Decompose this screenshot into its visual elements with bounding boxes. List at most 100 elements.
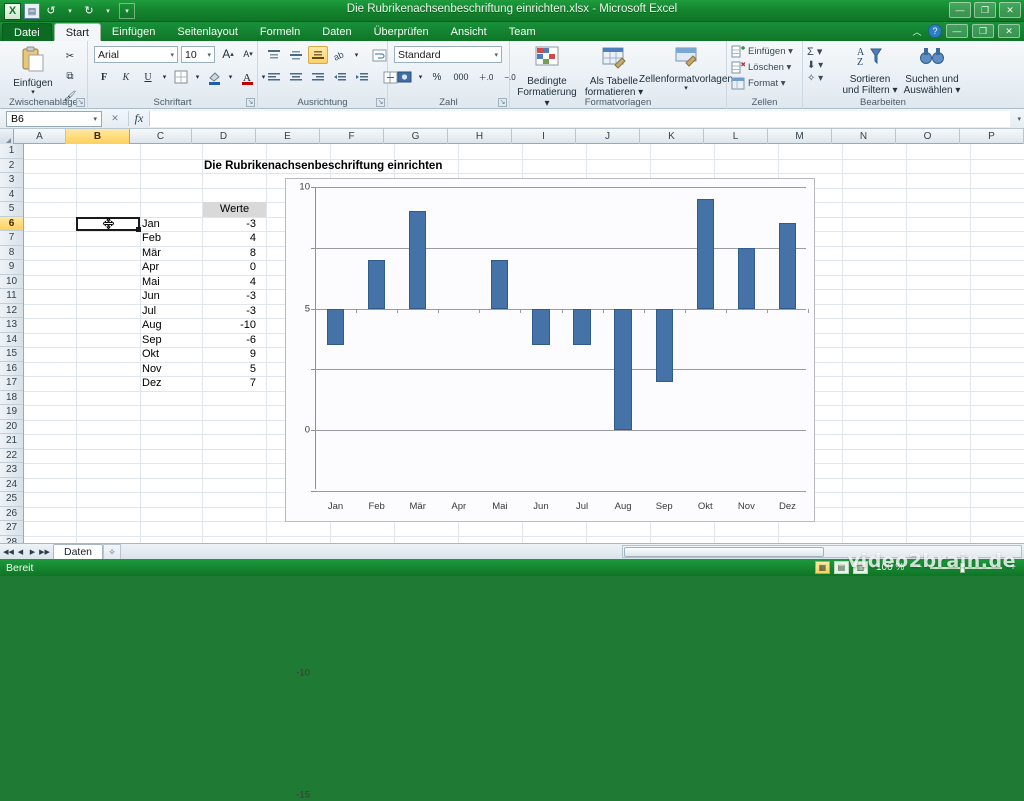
chart-bar-Sep[interactable] bbox=[656, 309, 673, 382]
last-sheet-icon[interactable]: ▶▶ bbox=[39, 548, 50, 556]
row-header-15[interactable]: 15 bbox=[0, 347, 23, 362]
font-size-caret-icon[interactable]: ▾ bbox=[207, 51, 211, 59]
chart-bar-Nov[interactable] bbox=[738, 248, 755, 309]
row-header-11[interactable]: 11 bbox=[0, 289, 23, 304]
chart-bar-Aug[interactable] bbox=[614, 309, 631, 431]
cell-C6[interactable]: Jan bbox=[142, 217, 160, 232]
underline-caret-icon[interactable]: ▾ bbox=[160, 68, 169, 86]
row-header-27[interactable]: 27 bbox=[0, 521, 23, 536]
chart-bar-Mär[interactable] bbox=[409, 211, 426, 308]
close-workbook-button[interactable]: ✕ bbox=[998, 24, 1020, 38]
row-header-1[interactable]: 1 bbox=[0, 144, 23, 159]
increase-decimal-button[interactable]: ＋.0 bbox=[475, 68, 497, 86]
page-layout-icon[interactable]: ▤ bbox=[834, 561, 849, 574]
column-header-O[interactable]: O bbox=[896, 129, 960, 144]
borders-caret-icon[interactable]: ▾ bbox=[193, 68, 202, 86]
column-header-D[interactable]: D bbox=[192, 129, 256, 144]
tab-formeln[interactable]: Formeln bbox=[249, 23, 311, 41]
fill-color-icon[interactable] bbox=[204, 68, 224, 86]
row-header-14[interactable]: 14 bbox=[0, 333, 23, 348]
undo-icon[interactable]: ↺ bbox=[43, 3, 59, 19]
font-style-buttons[interactable]: F K U ▾ ▾ ▾ A ▾ bbox=[94, 68, 268, 86]
customize-qat-icon[interactable]: ▾ bbox=[119, 3, 135, 19]
row-header-26[interactable]: 26 bbox=[0, 507, 23, 522]
row-header-25[interactable]: 25 bbox=[0, 492, 23, 507]
row-header-13[interactable]: 13 bbox=[0, 318, 23, 333]
copy-icon[interactable]: ⧉ bbox=[60, 67, 80, 85]
cell-C14[interactable]: Sep bbox=[142, 333, 162, 348]
format-as-table-button[interactable]: Als Tabelle formatieren ▾ bbox=[582, 45, 646, 98]
tab-datei[interactable]: Datei bbox=[2, 23, 52, 41]
formula-cancel-icon[interactable]: ✕ bbox=[102, 113, 128, 124]
align-top-icon[interactable] bbox=[264, 46, 284, 64]
help-icon[interactable]: ? bbox=[928, 24, 942, 38]
paste-caret-icon[interactable]: ▾ bbox=[31, 89, 35, 97]
minimize-workbook-button[interactable]: — bbox=[946, 24, 968, 38]
orientation-caret-icon[interactable]: ▾ bbox=[352, 46, 361, 64]
cell-D13[interactable]: -10 bbox=[202, 318, 262, 333]
redo-icon[interactable]: ↻ bbox=[81, 3, 97, 19]
expand-formula-bar-icon[interactable]: ▾ bbox=[1017, 115, 1021, 123]
chart-bar-Jun[interactable] bbox=[532, 309, 549, 345]
autosum-button[interactable]: Σ ▾ bbox=[807, 45, 823, 58]
tab-team[interactable]: Team bbox=[498, 23, 547, 41]
number-dialog-launcher[interactable]: ↘ bbox=[498, 98, 507, 107]
column-header-I[interactable]: I bbox=[512, 129, 576, 144]
column-header-B[interactable]: B bbox=[66, 129, 130, 144]
select-all-corner[interactable] bbox=[0, 129, 14, 144]
tab-ansicht[interactable]: Ansicht bbox=[440, 23, 498, 41]
font-dialog-launcher[interactable]: ↘ bbox=[246, 98, 255, 107]
number-format-caret-icon[interactable]: ▾ bbox=[494, 51, 498, 59]
cell-C17[interactable]: Dez bbox=[142, 376, 162, 391]
alignment-dialog-launcher[interactable]: ↘ bbox=[376, 98, 385, 107]
column-header-N[interactable]: N bbox=[832, 129, 896, 144]
align-right-icon[interactable] bbox=[308, 68, 328, 86]
column-headers[interactable]: ABCDEFGHIJKLMNOP bbox=[0, 129, 1024, 144]
cell-D7[interactable]: 4 bbox=[202, 231, 262, 246]
number-buttons[interactable]: ▾ % 000 ＋.0 −.0 bbox=[394, 68, 521, 86]
row-header-10[interactable]: 10 bbox=[0, 275, 23, 290]
chart-bar-Mai[interactable] bbox=[491, 260, 508, 309]
window-controls[interactable]: — ❐ ✕ bbox=[949, 2, 1021, 18]
tab-start[interactable]: Start bbox=[54, 23, 101, 41]
horizontal-scroll-thumb[interactable] bbox=[624, 547, 824, 557]
grow-font-button[interactable]: A▴ bbox=[218, 45, 238, 63]
cell-D11[interactable]: -3 bbox=[202, 289, 262, 304]
cell-C15[interactable]: Okt bbox=[142, 347, 159, 362]
column-header-C[interactable]: C bbox=[130, 129, 192, 144]
cell-D6[interactable]: -3 bbox=[202, 217, 262, 232]
prev-sheet-icon[interactable]: ◀ bbox=[15, 548, 26, 556]
insert-function-icon[interactable]: fx bbox=[128, 111, 150, 126]
row-header-7[interactable]: 7 bbox=[0, 231, 23, 246]
chart-object[interactable]: 1050-5-10-15 JanFebMärAprMaiJunJulAugSep… bbox=[285, 178, 815, 522]
minimize-button[interactable]: — bbox=[949, 2, 971, 18]
row-header-2[interactable]: 2 bbox=[0, 159, 23, 174]
cell-D14[interactable]: -6 bbox=[202, 333, 262, 348]
undo-dropdown-icon[interactable]: ▾ bbox=[62, 3, 78, 19]
row-header-23[interactable]: 23 bbox=[0, 463, 23, 478]
decrease-indent-icon[interactable] bbox=[330, 68, 350, 86]
chart-bar-Jan[interactable] bbox=[327, 309, 344, 345]
align-center-icon[interactable] bbox=[286, 68, 306, 86]
thousands-separator-button[interactable]: 000 bbox=[449, 68, 473, 86]
bold-button[interactable]: F bbox=[94, 68, 114, 86]
row-header-5[interactable]: 5 bbox=[0, 202, 23, 217]
italic-button[interactable]: K bbox=[116, 68, 136, 86]
column-header-P[interactable]: P bbox=[960, 129, 1024, 144]
new-sheet-icon[interactable]: ✧ bbox=[103, 544, 121, 559]
column-header-M[interactable]: M bbox=[768, 129, 832, 144]
column-header-J[interactable]: J bbox=[576, 129, 640, 144]
normal-view-icon[interactable]: ▦ bbox=[815, 561, 830, 574]
cell-D16[interactable]: 5 bbox=[202, 362, 262, 377]
wrap-text-icon[interactable] bbox=[369, 46, 389, 64]
cut-icon[interactable]: ✂ bbox=[60, 47, 80, 65]
row-header-20[interactable]: 20 bbox=[0, 420, 23, 435]
cell-D8[interactable]: 8 bbox=[202, 246, 262, 261]
orientation-icon[interactable]: ab bbox=[330, 46, 350, 64]
row-header-28[interactable]: 28 bbox=[0, 536, 23, 544]
tab-berprfen[interactable]: Überprüfen bbox=[363, 23, 440, 41]
tab-daten[interactable]: Daten bbox=[311, 23, 362, 41]
clear-button[interactable]: ✧ ▾ bbox=[807, 73, 823, 84]
cell-styles-button[interactable]: Zellenformatvorlagen ▾ bbox=[646, 45, 726, 93]
increase-indent-icon[interactable] bbox=[352, 68, 372, 86]
